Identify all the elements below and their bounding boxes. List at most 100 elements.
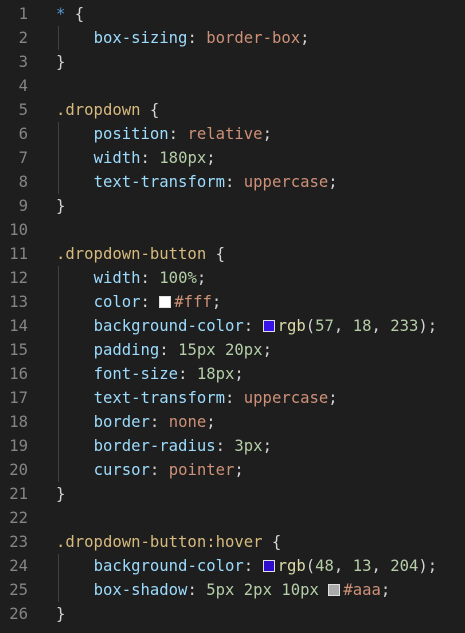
line-number: 9 bbox=[18, 197, 28, 215]
code-token: : bbox=[140, 149, 160, 167]
line-number: 11 bbox=[9, 245, 28, 263]
code-line[interactable]: 25 box-shadow: 5px 2px 10px #aaa; bbox=[0, 578, 465, 602]
code-text: } bbox=[56, 50, 65, 74]
code-text: font-size: 18px; bbox=[56, 362, 244, 386]
code-text: width: 180px; bbox=[56, 146, 216, 170]
code-token: ); bbox=[418, 557, 438, 575]
code-token: : bbox=[187, 29, 207, 47]
code-token: ; bbox=[196, 269, 207, 287]
code-line[interactable]: 18 border: none; bbox=[0, 410, 465, 434]
code-token: font-size bbox=[93, 365, 179, 383]
code-line[interactable]: 9} bbox=[0, 194, 465, 218]
code-line[interactable]: 22 bbox=[0, 506, 465, 530]
line-number: 1 bbox=[18, 5, 28, 23]
code-token: pointer bbox=[168, 461, 235, 479]
color-swatch[interactable] bbox=[159, 296, 172, 308]
code-token: ); bbox=[418, 317, 438, 335]
code-token: ; bbox=[262, 437, 272, 455]
code-line[interactable]: 17 text-transform: uppercase; bbox=[0, 386, 465, 410]
code-line[interactable]: 1 * { bbox=[0, 2, 465, 26]
code-line[interactable]: 21} bbox=[0, 482, 465, 506]
code-token: color bbox=[93, 293, 141, 311]
code-token: * bbox=[56, 5, 66, 23]
line-number: 2 bbox=[18, 29, 28, 47]
code-token: ; bbox=[262, 341, 272, 359]
code-line[interactable]: 16 font-size: 18px; bbox=[0, 362, 465, 386]
code-token: 13 bbox=[352, 557, 372, 575]
line-number: 13 bbox=[9, 293, 28, 311]
code-token: ; bbox=[300, 29, 310, 47]
code-text: .dropdown-button { bbox=[56, 242, 225, 266]
line-number: 21 bbox=[9, 485, 28, 503]
code-token: box-shadow bbox=[93, 581, 188, 599]
code-line[interactable]: 4 bbox=[0, 74, 465, 98]
code-token: : bbox=[168, 125, 188, 143]
code-token: .dropdown-button:hover bbox=[56, 533, 263, 551]
code-token: } bbox=[56, 485, 66, 503]
code-token: 3px bbox=[234, 437, 263, 455]
code-token: } bbox=[56, 605, 66, 623]
code-token: none bbox=[168, 413, 207, 431]
code-token: position bbox=[93, 125, 169, 143]
code-text: } bbox=[56, 602, 65, 626]
code-line[interactable]: 2 box-sizing: border-box; bbox=[0, 26, 465, 50]
code-token: 57 bbox=[315, 317, 334, 335]
code-token: text-transform bbox=[93, 173, 225, 191]
code-token: relative bbox=[187, 125, 263, 143]
code-token: : bbox=[243, 317, 263, 335]
code-token: text-transform bbox=[93, 389, 225, 407]
code-text: color: #fff; bbox=[56, 290, 222, 314]
code-token: : bbox=[215, 437, 235, 455]
code-line[interactable]: 8 text-transform: uppercase; bbox=[0, 170, 465, 194]
code-text: border-radius: 3px; bbox=[56, 434, 272, 458]
color-swatch[interactable] bbox=[328, 584, 341, 596]
code-line[interactable]: 7 width: 180px; bbox=[0, 146, 465, 170]
code-text: background-color: rgb(48, 13, 204); bbox=[56, 554, 438, 578]
code-token: , bbox=[371, 557, 391, 575]
code-line[interactable]: 20 cursor: pointer; bbox=[0, 458, 465, 482]
code-line[interactable]: 11 .dropdown-button { bbox=[0, 242, 465, 266]
code-token: ( bbox=[305, 317, 316, 335]
code-token: 5px bbox=[206, 581, 235, 599]
code-token: ; bbox=[206, 413, 216, 431]
code-line[interactable]: 15 padding: 15px 20px; bbox=[0, 338, 465, 362]
code-line[interactable]: 19 border-radius: 3px; bbox=[0, 434, 465, 458]
code-token: 233 bbox=[390, 317, 419, 335]
code-line[interactable]: 3} bbox=[0, 50, 465, 74]
code-token: ; bbox=[328, 173, 338, 191]
code-text: background-color: rgb(57, 18, 233); bbox=[56, 314, 438, 338]
code-line[interactable]: 26} bbox=[0, 602, 465, 626]
color-swatch[interactable] bbox=[262, 320, 275, 332]
code-line[interactable]: 12 width: 100%; bbox=[0, 266, 465, 290]
code-text: border: none; bbox=[56, 410, 216, 434]
code-token: .dropdown bbox=[56, 101, 141, 119]
code-line[interactable]: 14 background-color: rgb(57, 18, 233); bbox=[0, 314, 465, 338]
code-line[interactable]: 23 .dropdown-button:hover { bbox=[0, 530, 465, 554]
code-token: : bbox=[149, 461, 169, 479]
line-number: 7 bbox=[18, 149, 28, 167]
code-line[interactable]: 10 bbox=[0, 218, 465, 242]
code-line[interactable]: 6 position: relative; bbox=[0, 122, 465, 146]
code-text: cursor: pointer; bbox=[56, 458, 244, 482]
code-editor[interactable]: 1 * {2 box-sizing: border-box; 3} 4 5 .dropdo… bbox=[0, 0, 465, 633]
code-token: border-box bbox=[206, 29, 301, 47]
code-line[interactable]: 13 color: #fff; bbox=[0, 290, 465, 314]
line-number: 20 bbox=[9, 461, 28, 479]
color-swatch[interactable] bbox=[262, 560, 275, 572]
code-line[interactable]: 24 background-color: rgb(48, 13, 204); bbox=[0, 554, 465, 578]
line-number: 25 bbox=[9, 581, 28, 599]
code-token: 2px bbox=[243, 581, 272, 599]
code-line[interactable]: 5 .dropdown { bbox=[0, 98, 465, 122]
code-token: cursor bbox=[93, 461, 150, 479]
code-token: : bbox=[159, 341, 179, 359]
line-number: 14 bbox=[9, 317, 28, 335]
code-token: border bbox=[93, 413, 150, 431]
code-token: ; bbox=[206, 149, 216, 167]
